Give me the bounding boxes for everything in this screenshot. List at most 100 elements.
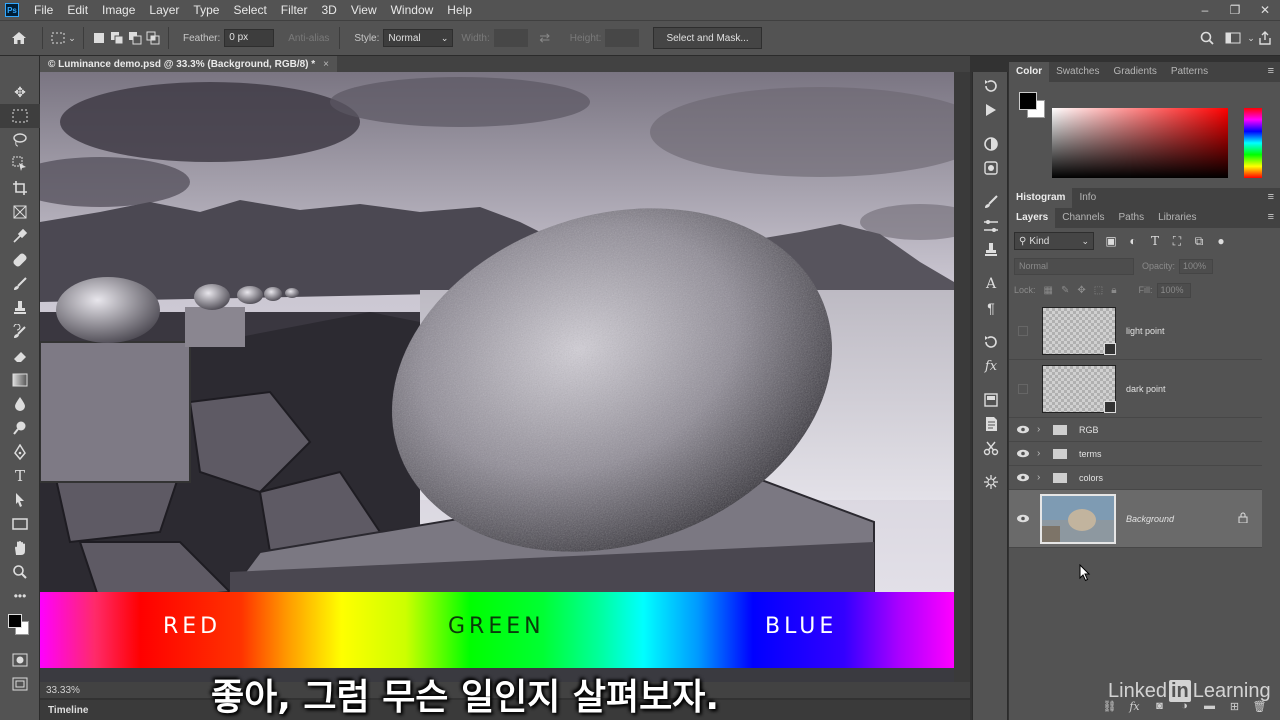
frame-tool-icon[interactable] [0,200,40,224]
lock-artboard-icon[interactable]: ⬚ [1094,285,1103,296]
home-icon[interactable] [10,29,28,47]
tab-histogram[interactable]: Histogram [1009,188,1073,208]
filter-smart-object-icon[interactable]: ⧉ [1188,234,1210,249]
tab-color[interactable]: Color [1009,62,1050,82]
eye-icon[interactable] [1009,473,1037,482]
eye-icon[interactable] [1009,514,1037,523]
filter-toggle-icon[interactable]: ● [1210,234,1232,248]
feather-input[interactable]: 0 px [224,29,275,47]
layer-row[interactable]: dark point [1009,360,1262,418]
healing-brush-tool-icon[interactable] [0,248,40,272]
lasso-tool-icon[interactable] [0,128,40,152]
kind-filter-select[interactable]: ⚲ Kind ⌄ [1014,232,1094,250]
history-brush-tool-icon[interactable] [0,320,40,344]
group-row[interactable]: › colors [1009,466,1262,490]
tab-swatches[interactable]: Swatches [1049,62,1106,82]
clone-source-icon[interactable] [973,238,1009,262]
tab-libraries[interactable]: Libraries [1151,208,1203,228]
menu-type[interactable]: Type [186,0,226,20]
panel-menu-icon[interactable]: ≡ [1268,211,1274,223]
dodge-tool-icon[interactable] [0,416,40,440]
tab-channels[interactable]: Channels [1055,208,1111,228]
crop-tool-icon[interactable] [0,176,40,200]
brush-tool-icon[interactable] [0,272,40,296]
foreground-color-swatch[interactable] [1019,92,1037,110]
share-icon[interactable] [1256,29,1274,47]
zoom-tool-icon[interactable] [0,560,40,584]
rectangular-marquee-tool-icon[interactable] [0,104,40,128]
fill-input[interactable]: 100% [1156,282,1191,298]
menu-select[interactable]: Select [226,0,273,20]
chevron-right-icon[interactable]: › [1037,424,1049,435]
gradient-tool-icon[interactable] [0,368,40,392]
pen-tool-icon[interactable] [0,440,40,464]
clone-stamp-tool-icon[interactable] [0,296,40,320]
tab-paths[interactable]: Paths [1112,208,1152,228]
chevron-down-icon[interactable]: ⌄ [1246,29,1256,47]
minimize-button[interactable]: – [1190,0,1220,20]
move-tool-icon[interactable]: ✥ [0,80,40,104]
filter-shape-icon[interactable]: ⛶ [1166,234,1188,249]
group-row[interactable]: › RGB [1009,418,1262,442]
path-selection-tool-icon[interactable] [0,488,40,512]
filter-type-icon[interactable]: T [1144,234,1166,248]
opacity-input[interactable]: 100% [1179,258,1214,274]
close-tab-icon[interactable]: × [323,59,329,70]
menu-window[interactable]: Window [384,0,441,20]
filter-pixel-icon[interactable]: ▣ [1100,234,1122,248]
fx-icon[interactable]: fx [973,354,1009,378]
menu-filter[interactable]: Filter [274,0,315,20]
type-tool-icon[interactable]: T [0,464,40,488]
new-selection-icon[interactable] [90,29,108,47]
eye-icon[interactable] [1009,425,1037,434]
image-canvas[interactable]: RED GREEN BLUE [40,72,954,682]
lock-transparent-icon[interactable]: ▦ [1044,285,1053,296]
menu-help[interactable]: Help [440,0,479,20]
chevron-right-icon[interactable]: › [1037,472,1049,483]
swap-icon[interactable]: ⇄ [536,29,554,47]
height-input[interactable] [605,29,640,47]
styles-icon[interactable] [973,156,1009,180]
adjustments-icon[interactable] [973,132,1009,156]
lock-all-icon[interactable]: 🔒︎ [1111,285,1116,296]
layer-row-background[interactable]: Background [1009,490,1262,548]
menu-3d[interactable]: 3D [314,0,343,20]
hue-slider[interactable] [1244,108,1262,178]
menu-file[interactable]: File [27,0,60,20]
tab-layers[interactable]: Layers [1009,208,1056,228]
menu-view[interactable]: View [344,0,384,20]
visibility-toggle[interactable] [1018,325,1028,336]
blur-tool-icon[interactable] [0,392,40,416]
3d-icon[interactable] [973,470,1009,494]
history-icon[interactable] [973,74,1009,98]
color-swatches[interactable] [0,608,39,648]
canvas-vertical-scrollbar[interactable] [954,72,970,682]
lock-image-icon[interactable]: ✎ [1061,285,1069,296]
blend-mode-select[interactable]: Normal [1014,257,1134,275]
foreground-color-swatch[interactable] [8,614,22,628]
close-window-button[interactable]: ✕ [1250,0,1280,20]
tab-patterns[interactable]: Patterns [1164,62,1215,82]
menu-layer[interactable]: Layer [142,0,186,20]
eraser-tool-icon[interactable] [0,344,40,368]
glyphs-icon[interactable] [973,330,1009,354]
group-row[interactable]: › terms [1009,442,1262,466]
subtract-selection-icon[interactable] [126,29,144,47]
notes-icon[interactable] [973,412,1009,436]
add-selection-icon[interactable] [108,29,126,47]
menu-edit[interactable]: Edit [60,0,95,20]
character-icon[interactable]: A [973,272,1009,296]
panel-menu-icon[interactable]: ≡ [1268,65,1274,77]
restore-button[interactable]: ❐ [1220,0,1250,20]
properties-icon[interactable] [973,388,1009,412]
color-picker-field[interactable] [1052,108,1228,178]
eyedropper-tool-icon[interactable] [0,224,40,248]
actions-play-icon[interactable] [973,98,1009,122]
more-tools-icon[interactable]: ••• [0,584,40,608]
brushes-icon[interactable] [973,190,1009,214]
intersect-selection-icon[interactable] [144,29,162,47]
visibility-toggle[interactable] [1018,383,1028,394]
search-icon[interactable] [1198,29,1216,47]
document-tab[interactable]: © Luminance demo.psd @ 33.3% (Background… [40,56,338,72]
lock-icon[interactable] [1238,512,1248,526]
